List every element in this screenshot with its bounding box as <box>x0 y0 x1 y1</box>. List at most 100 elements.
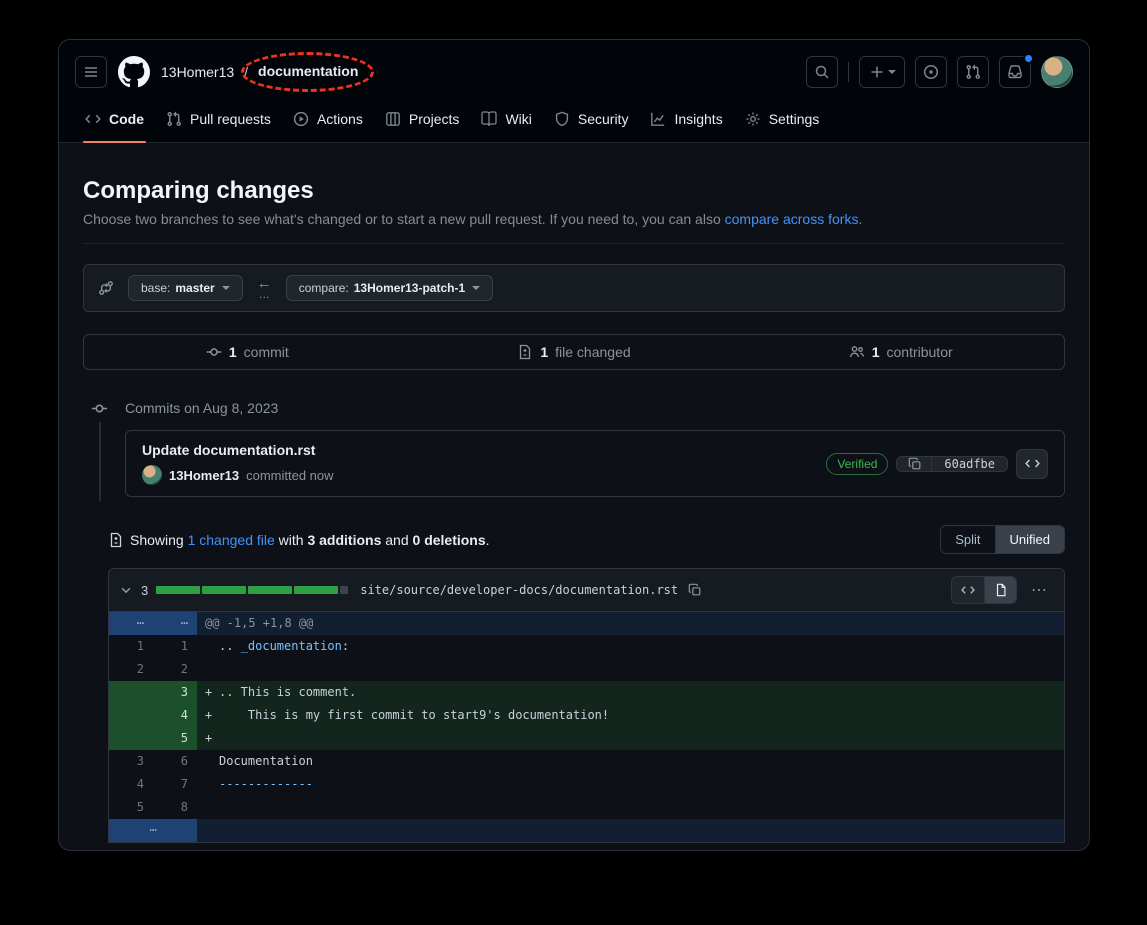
new-line-number: 3 <box>153 681 197 704</box>
tab-pull-requests[interactable]: Pull requests <box>158 98 279 142</box>
old-line-number: 5 <box>109 796 153 819</box>
commit-actions: Verified 60adfbe <box>826 449 1048 479</box>
issues-button[interactable] <box>915 56 947 88</box>
compare-branch-selector[interactable]: compare: 13Homer13-patch-1 <box>286 275 493 301</box>
range-dots: … <box>259 290 270 301</box>
summary-and: and <box>381 532 412 548</box>
tab-label: Security <box>578 111 629 127</box>
unified-view-button[interactable]: Unified <box>995 526 1064 553</box>
new-line-number: 5 <box>153 727 197 750</box>
code-icon <box>85 111 101 127</box>
diff-context-row: 2 2 <box>109 658 1064 681</box>
stat-files-changed[interactable]: 1 file changed <box>411 335 738 369</box>
diff-addition-row: 4 + This is my first commit to start9's … <box>109 704 1064 727</box>
summary-additions: 3 additions <box>307 532 381 548</box>
subtitle-text: Choose two branches to see what's change… <box>83 211 725 227</box>
tab-projects[interactable]: Projects <box>377 98 468 142</box>
chevron-down-icon[interactable] <box>119 583 133 597</box>
commit-timeline-icon <box>91 400 108 417</box>
diff-context-row: 3 6 Documentation <box>109 750 1064 773</box>
github-logo[interactable] <box>117 55 151 89</box>
file-header-actions: ⋯ <box>951 576 1054 604</box>
diffstat-square <box>156 586 200 594</box>
new-line-number: 6 <box>153 750 197 773</box>
diff-addition-row: 5 + <box>109 727 1064 750</box>
pull-requests-button[interactable] <box>957 56 989 88</box>
files-label: file changed <box>555 344 631 360</box>
app-header: 13Homer13 / documentation <box>59 40 1089 143</box>
search-button[interactable] <box>806 56 838 88</box>
caret-down-icon <box>222 286 230 290</box>
inbox-button[interactable] <box>999 56 1031 88</box>
breadcrumb-owner[interactable]: 13Homer13 <box>161 64 234 80</box>
split-view-button[interactable]: Split <box>941 526 994 553</box>
create-new-button[interactable] <box>859 56 905 88</box>
commit-title-link[interactable]: Update documentation.rst <box>142 442 334 458</box>
summary-with: with <box>275 532 308 548</box>
source-rich-toggle <box>951 576 1017 604</box>
github-mark-icon <box>118 56 150 88</box>
commits-date-heading: Commits on Aug 8, 2023 <box>125 398 1065 416</box>
commit-author-avatar[interactable] <box>142 465 162 485</box>
compare-branch-name: 13Homer13-patch-1 <box>354 281 465 295</box>
verified-badge[interactable]: Verified <box>826 453 888 475</box>
user-avatar[interactable] <box>1041 56 1073 88</box>
tab-label: Settings <box>769 111 820 127</box>
compare-across-forks-link[interactable]: compare across forks <box>725 211 859 227</box>
tab-code[interactable]: Code <box>77 98 152 142</box>
header-divider <box>848 62 849 82</box>
commit-sha-link[interactable]: 60adfbe <box>932 457 1007 471</box>
caret-down-icon <box>888 70 896 74</box>
contributors-label: contributor <box>887 344 953 360</box>
file-diff-panel: 3 site/source/developer-docs/documentati… <box>108 568 1065 843</box>
file-changes-count: 3 <box>141 583 148 598</box>
source-view-button[interactable] <box>952 577 984 603</box>
code-icon <box>1025 456 1040 471</box>
rich-view-button[interactable] <box>984 577 1016 603</box>
tab-security[interactable]: Security <box>546 98 637 142</box>
diffstat-square <box>340 586 348 594</box>
expand-hunk-button[interactable]: ⋯ <box>109 819 197 842</box>
diff-expand-row: ⋯ <box>109 819 1064 842</box>
new-line-gutter[interactable]: ⋯ <box>153 612 197 635</box>
contributors-count: 1 <box>872 344 880 360</box>
tab-wiki[interactable]: Wiki <box>473 98 539 142</box>
base-label: base: <box>141 281 170 295</box>
old-line-number: 2 <box>109 658 153 681</box>
changed-files-link[interactable]: 1 changed file <box>188 532 275 548</box>
stat-contributors[interactable]: 1 contributor <box>737 335 1064 369</box>
code-text: .. <box>219 639 241 653</box>
old-line-number: 1 <box>109 635 153 658</box>
browse-code-button[interactable] <box>1016 449 1048 479</box>
diff-context-row: 1 1 .. _documentation: <box>109 635 1064 658</box>
summary-deletions: 0 deletions <box>413 532 486 548</box>
breadcrumb-separator: / <box>244 64 248 80</box>
hamburger-button[interactable] <box>75 56 107 88</box>
files-count: 1 <box>540 344 548 360</box>
tab-label: Projects <box>409 111 460 127</box>
file-path[interactable]: site/source/developer-docs/documentation… <box>360 583 678 597</box>
copy-sha-button[interactable] <box>897 457 932 471</box>
copy-icon <box>908 457 922 471</box>
kebab-menu-button[interactable]: ⋯ <box>1025 580 1054 600</box>
code-line: ------------- <box>197 773 1064 796</box>
tab-settings[interactable]: Settings <box>737 98 828 142</box>
commits-section: Commits on Aug 8, 2023 Update documentat… <box>83 398 1065 497</box>
commit-byline: 13Homer13 committed now <box>142 465 334 485</box>
pull-request-icon <box>166 111 182 127</box>
commit-card: Update documentation.rst 13Homer13 commi… <box>125 430 1065 497</box>
code-line: + <box>197 727 1064 750</box>
old-line-number: 4 <box>109 773 153 796</box>
commit-author-link[interactable]: 13Homer13 <box>169 468 239 483</box>
tab-insights[interactable]: Insights <box>642 98 730 142</box>
base-branch-selector[interactable]: base: master <box>128 275 243 301</box>
breadcrumb-repo[interactable]: documentation <box>258 63 358 79</box>
diff-stats-bar: 1 commit 1 file changed 1 contributor <box>83 334 1065 370</box>
old-line-gutter[interactable]: ⋯ <box>109 612 153 635</box>
tab-actions[interactable]: Actions <box>285 98 371 142</box>
old-line-number: 3 <box>109 750 153 773</box>
code-text: This is my first commit to start9's docu… <box>219 708 609 722</box>
stat-commits[interactable]: 1 commit <box>84 335 411 369</box>
copy-path-button[interactable] <box>688 583 702 597</box>
commit-meta: committed now <box>246 468 333 483</box>
